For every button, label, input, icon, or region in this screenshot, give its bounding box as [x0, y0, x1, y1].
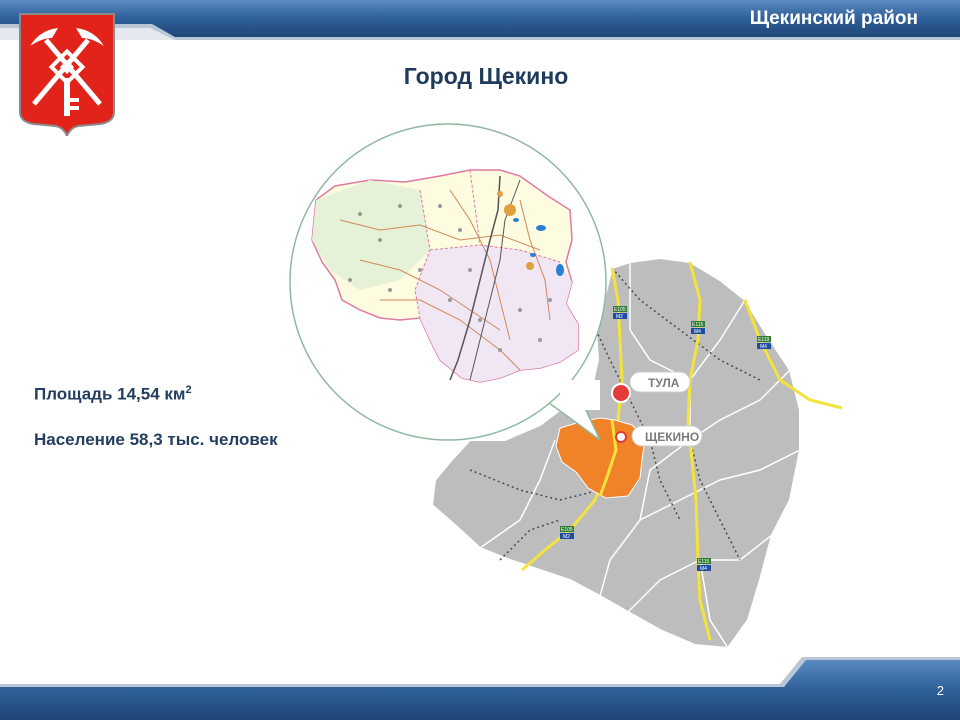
road-label: E105	[614, 307, 626, 313]
road-label: E105	[561, 527, 573, 533]
header-bar: Щекинский район	[0, 0, 960, 40]
page-title: Город Щекино	[403, 63, 569, 89]
road-label: M4	[694, 329, 701, 335]
tula-city-marker	[611, 383, 631, 403]
area-text: Площадь 14,54 км	[34, 384, 186, 404]
road-label: M2	[616, 314, 623, 320]
region-title: Щекинский район	[749, 8, 918, 29]
road-label: E119	[758, 337, 770, 343]
footer-bar	[0, 655, 960, 720]
page-number: 2	[936, 683, 944, 698]
area-stat: Площадь 14,54 км2	[34, 384, 192, 405]
region-map: E105 M2 E115 M4 E119 M4 E105 M2 E115 M4 …	[289, 123, 843, 650]
road-label: M4	[700, 566, 707, 572]
population-stat: Население 58,3 тыс. человек	[34, 430, 278, 449]
road-label: E115	[692, 322, 704, 328]
shchekino-city-marker	[615, 431, 627, 443]
road-label: M4	[760, 344, 767, 350]
road-label: M2	[563, 534, 570, 540]
tula-label: ТУЛА	[648, 376, 680, 390]
area-superscript: 2	[185, 384, 192, 396]
shchekino-label: ЩЕКИНО	[645, 430, 699, 444]
road-label: E115	[698, 559, 710, 565]
